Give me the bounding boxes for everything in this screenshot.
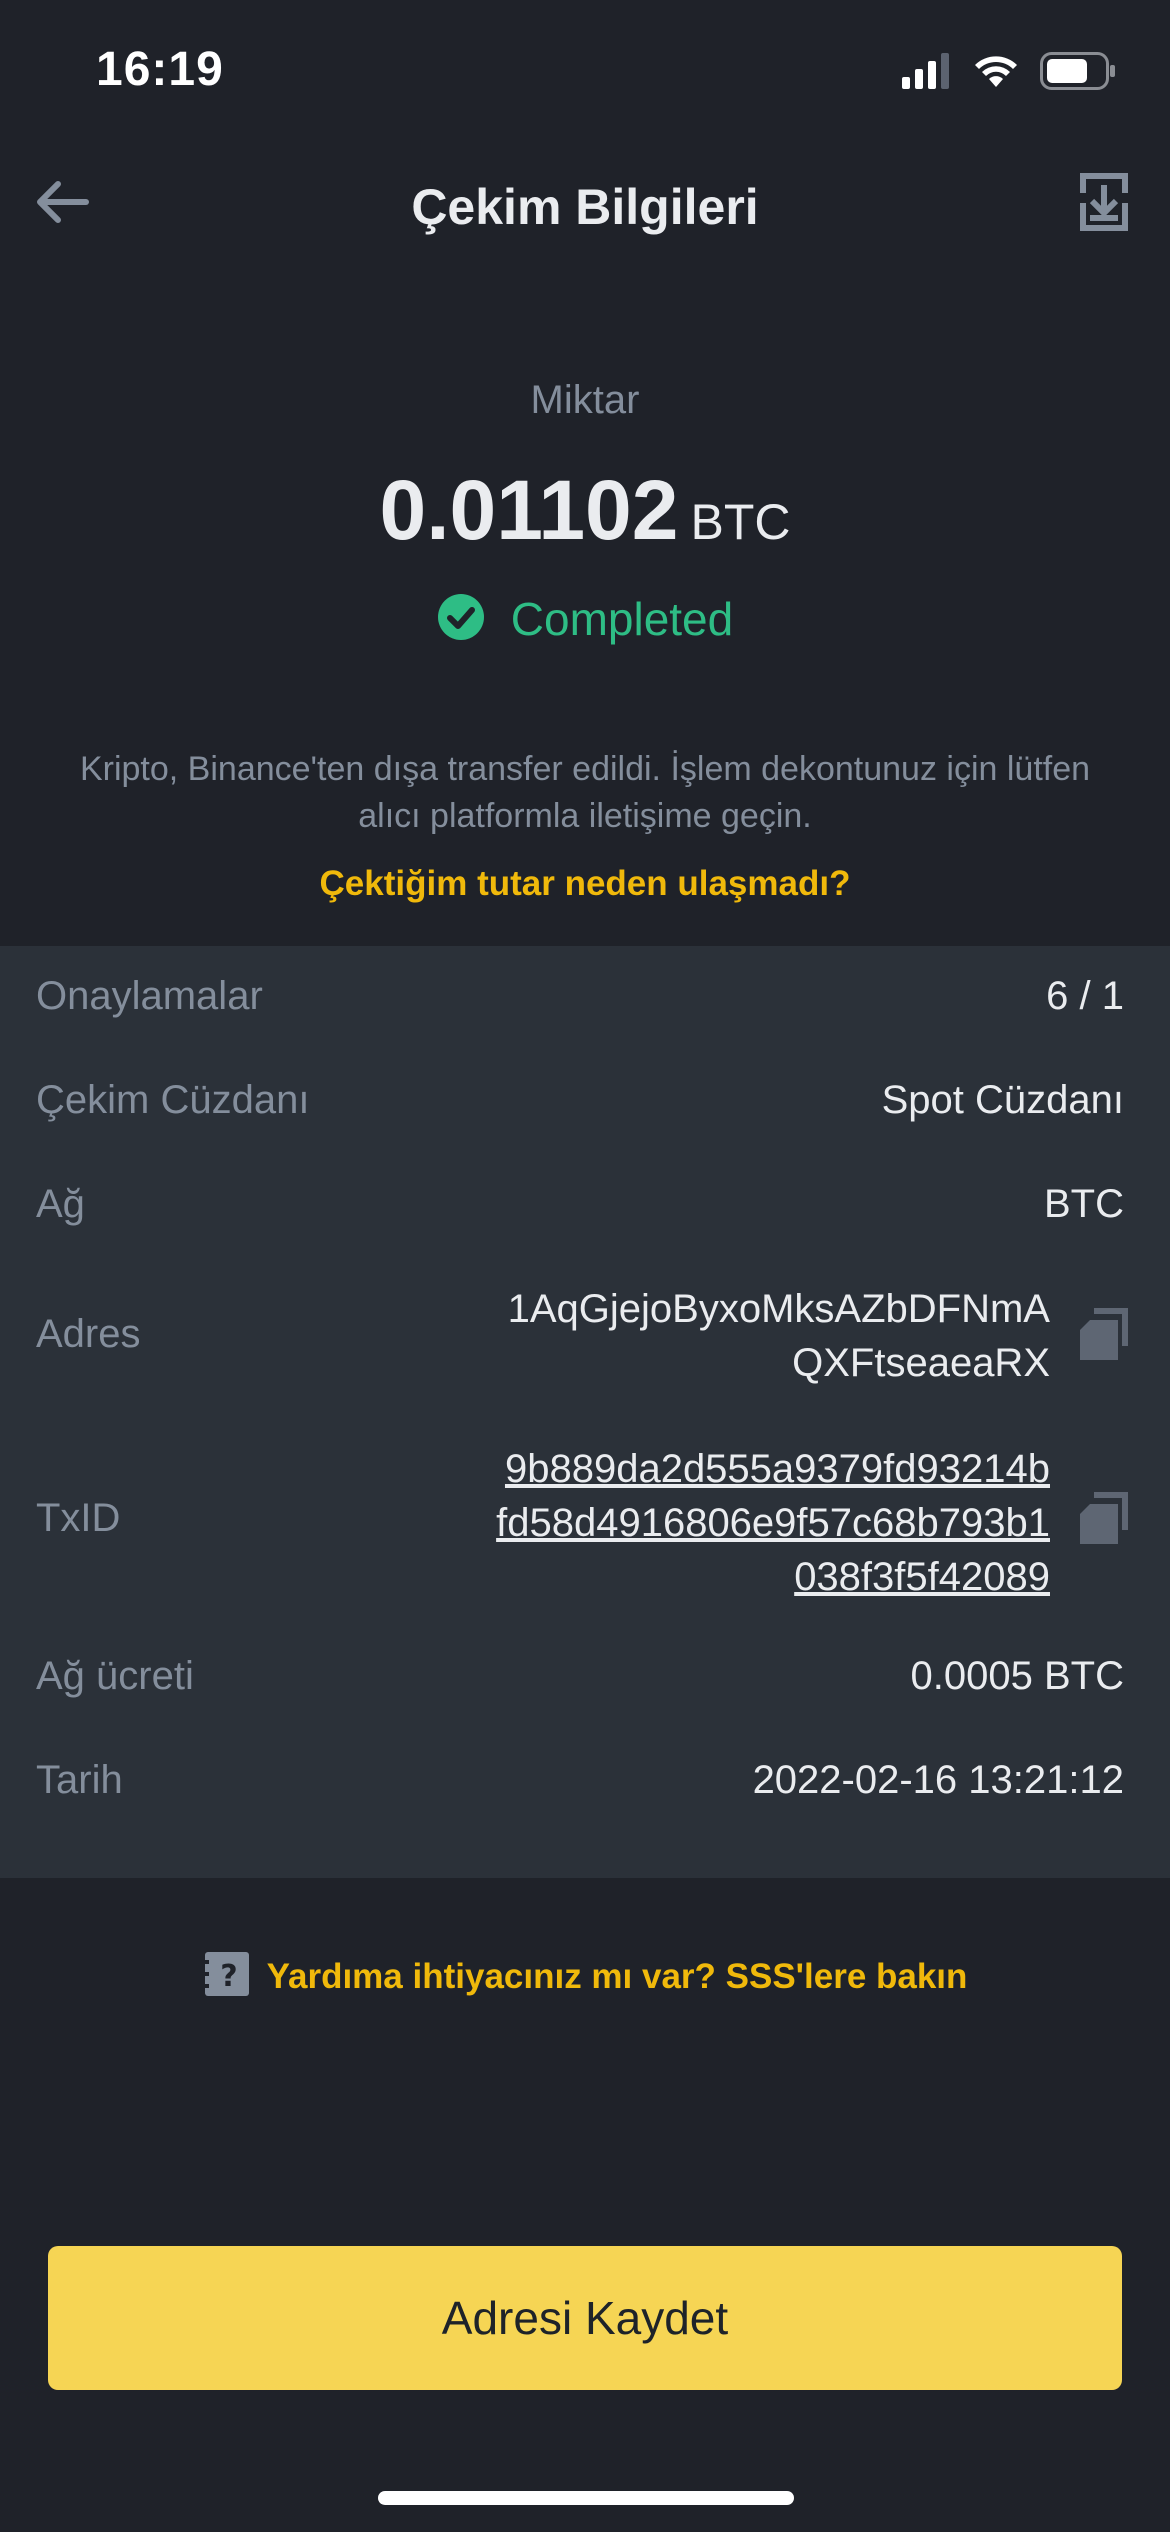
status-bar: 16:19 [0, 0, 1170, 140]
status-time: 16:19 [96, 43, 224, 96]
status-row: Completed [0, 592, 1170, 646]
copy-icon [1078, 1306, 1130, 1367]
copy-icon [1078, 1490, 1130, 1551]
network-label: Ağ [36, 1182, 85, 1226]
address-value[interactable]: 1AqGjejoByxoMksAZbDFNmA QXFtseaeaRX [508, 1282, 1050, 1390]
txid-line-2: fd58d4916806e9f57c68b793b1 [496, 1501, 1050, 1545]
amount-value: 0.01102 [379, 463, 679, 557]
wallet-label: Çekim Cüzdanı [36, 1078, 310, 1122]
amount-unit: BTC [690, 494, 791, 550]
signal-icon [902, 53, 952, 94]
help-document-icon: ? [202, 1950, 251, 2003]
help-link[interactable]: ? Yardıma ihtiyacınız mı var? SSS'lere b… [0, 1950, 1170, 2003]
txid-value[interactable]: 9b889da2d555a9379fd93214b fd58d4916806e9… [496, 1442, 1050, 1604]
header: Çekim Bilgileri [0, 150, 1170, 260]
copy-address-button[interactable] [1074, 1306, 1134, 1366]
check-circle-icon [437, 593, 485, 646]
txid-label: TxID [36, 1496, 121, 1540]
home-indicator [378, 2491, 794, 2505]
fee-label: Ağ ücreti [36, 1654, 194, 1698]
fee-value: 0.0005 BTC [910, 1654, 1124, 1698]
download-button[interactable] [1070, 170, 1138, 238]
copy-txid-button[interactable] [1074, 1490, 1134, 1550]
confirmations-label: Onaylamalar [36, 974, 263, 1018]
status-icons [902, 52, 1116, 95]
svg-text:?: ? [220, 1959, 237, 1994]
save-address-button[interactable]: Adresi Kaydet [48, 2246, 1122, 2390]
network-value: BTC [1044, 1182, 1124, 1226]
wallet-value: Spot Cüzdanı [881, 1078, 1124, 1122]
battery-icon [1040, 52, 1116, 95]
txid-line-3: 038f3f5f42089 [794, 1555, 1050, 1599]
transfer-info-text: Kripto, Binance'ten dışa transfer edildi… [79, 750, 1091, 835]
page-title: Çekim Bilgileri [411, 179, 759, 235]
download-icon [1080, 172, 1128, 236]
amount-label: Miktar [530, 378, 640, 422]
confirmations-value: 6 / 1 [1046, 974, 1124, 1018]
amount-row: 0.01102 BTC [0, 462, 1170, 559]
status-badge: Completed [510, 593, 734, 645]
address-label: Adres [36, 1312, 141, 1356]
address-line-2: QXFtseaeaRX [792, 1341, 1050, 1385]
help-text: Yardıma ihtiyacınız mı var? SSS'lere bak… [266, 1956, 968, 1996]
date-value: 2022-02-16 13:21:12 [752, 1758, 1124, 1802]
wifi-icon [972, 53, 1020, 94]
not-received-link[interactable]: Çektiğim tutar neden ulaşmadı? [0, 864, 1170, 904]
address-line-1: 1AqGjejoByxoMksAZbDFNmA [507, 1287, 1050, 1331]
withdrawal-details: Onaylamalar 6 / 1 Çekim Cüzdanı Spot Cüz… [0, 946, 1170, 1878]
date-label: Tarih [36, 1758, 123, 1802]
txid-line-1: 9b889da2d555a9379fd93214b [504, 1447, 1050, 1491]
